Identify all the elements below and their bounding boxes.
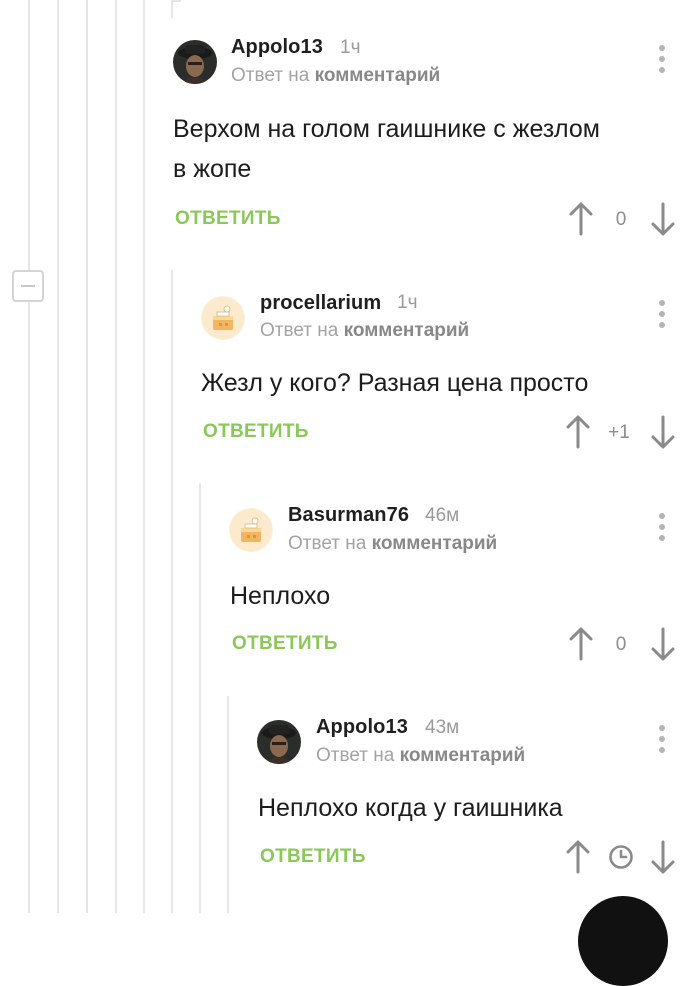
user-avatar[interactable] <box>173 40 217 84</box>
upvote-arrow-icon[interactable] <box>565 415 591 449</box>
comment-text-line: Неплохо <box>230 582 331 610</box>
comment-menu-button[interactable] <box>652 724 672 758</box>
downvote-arrow-icon[interactable] <box>650 627 676 661</box>
thread-line <box>171 0 173 18</box>
reply-target: комментарий <box>399 745 526 766</box>
comment-menu-button[interactable] <box>652 299 672 333</box>
comment-text-line: Верхом на голом гаишнике с жезлом <box>173 115 600 143</box>
vote-score: 0 <box>615 634 627 655</box>
downvote-arrow-icon[interactable] <box>650 840 676 874</box>
downvote-arrow-icon[interactable] <box>650 415 676 449</box>
reply-button[interactable]: ОТВЕТИТЬ <box>232 633 338 655</box>
vote-score: 0 <box>615 209 627 230</box>
thread-line <box>199 483 201 913</box>
comment-text: Неплохо <box>230 576 670 616</box>
thread-connector <box>171 0 181 2</box>
thread-line <box>86 0 88 913</box>
thread-line <box>227 696 229 913</box>
reply-target: комментарий <box>371 533 498 554</box>
clock-icon <box>609 845 633 869</box>
user-avatar[interactable] <box>201 296 245 340</box>
vote-score: +1 <box>608 422 630 443</box>
comment-time: 43м <box>425 717 460 738</box>
thread-line <box>28 302 30 913</box>
comment-author[interactable]: Appolo13 <box>316 716 408 739</box>
reply-button[interactable]: ОТВЕТИТЬ <box>203 421 309 443</box>
downvote-arrow-icon[interactable] <box>650 202 676 236</box>
thread-line <box>28 0 30 270</box>
comment-time: 1ч <box>340 37 361 58</box>
thread-line <box>57 0 59 913</box>
comment-text-line: Жезл у кого? Разная цена просто <box>201 369 589 397</box>
minus-square-icon <box>21 285 35 287</box>
reply-to-link[interactable]: Ответ на комментарий <box>231 65 440 87</box>
reply-prefix: Ответ на <box>231 65 310 86</box>
reply-prefix: Ответ на <box>288 533 367 554</box>
comment-text: Верхом на голом гаишнике с жезлом в жопе <box>173 109 683 189</box>
comment-time: 1ч <box>397 292 418 313</box>
reply-button[interactable]: ОТВЕТИТЬ <box>260 846 366 868</box>
comment-time: 46м <box>425 505 460 526</box>
comment-author[interactable]: procellarium <box>260 292 381 315</box>
reply-prefix: Ответ на <box>316 745 395 766</box>
comment-menu-button[interactable] <box>652 44 672 78</box>
reply-target: комментарий <box>314 65 441 86</box>
reply-button[interactable]: ОТВЕТИТЬ <box>175 208 281 230</box>
thread-line <box>171 270 173 913</box>
reply-to-link[interactable]: Ответ на комментарий <box>288 533 497 555</box>
comment-author[interactable]: Basurman76 <box>288 504 409 527</box>
collapse-thread-button[interactable] <box>12 270 44 302</box>
upvote-arrow-icon[interactable] <box>565 840 591 874</box>
comment-text: Неплохо когда у гаишника <box>258 788 678 828</box>
reply-to-link[interactable]: Ответ на комментарий <box>260 320 469 342</box>
thread-line <box>143 0 145 913</box>
comment-author[interactable]: Appolo13 <box>231 36 323 59</box>
user-avatar[interactable] <box>229 508 273 552</box>
user-avatar[interactable] <box>257 720 301 764</box>
reply-to-link[interactable]: Ответ на комментарий <box>316 745 525 767</box>
floating-action-button[interactable] <box>578 896 668 986</box>
thread-line <box>115 0 117 913</box>
comment-text: Жезл у кого? Разная цена просто <box>201 363 681 403</box>
upvote-arrow-icon[interactable] <box>568 627 594 661</box>
reply-prefix: Ответ на <box>260 320 339 341</box>
comment-text-line: в жопе <box>173 155 252 183</box>
comment-text-line: Неплохо когда у гаишника <box>258 794 563 822</box>
reply-target: комментарий <box>343 320 470 341</box>
upvote-arrow-icon[interactable] <box>568 202 594 236</box>
comment-menu-button[interactable] <box>652 512 672 546</box>
